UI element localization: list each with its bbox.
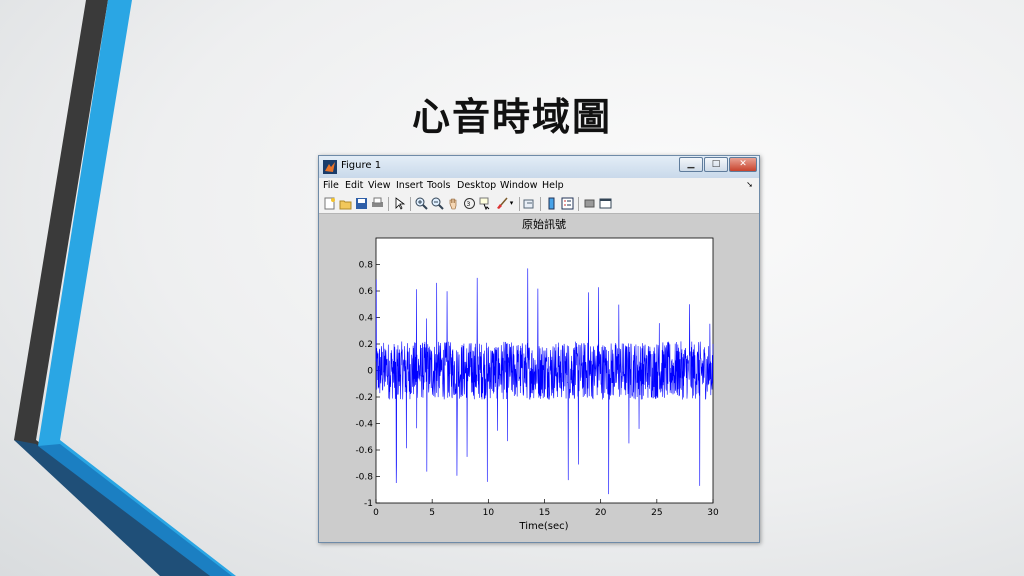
menu-window[interactable]: Window <box>500 180 537 191</box>
x-tick-label: 30 <box>707 508 719 518</box>
signal-chart: 原始訊號 0 5 10 15 20 25 30 -1 -0.8 -0.6 -0.4 -0.2 0 0.2 0… <box>355 217 719 532</box>
x-tick-label: 20 <box>595 508 607 518</box>
close-button[interactable]: ✕ <box>729 157 757 172</box>
print-icon[interactable] <box>371 197 384 210</box>
figure-window: Figure 1 ▁ □ ✕ File Edit View Insert Too… <box>318 155 760 543</box>
y-tick-label: 0.6 <box>359 287 374 297</box>
y-tick-label: 0 <box>367 367 373 377</box>
menu-desktop[interactable]: Desktop <box>457 180 496 191</box>
window-titlebar[interactable]: Figure 1 ▁ □ ✕ <box>319 156 759 178</box>
figure-toolbar: 3 ▾ <box>319 194 759 214</box>
x-tick-label: 5 <box>429 508 435 518</box>
menu-tools[interactable]: Tools <box>427 180 450 191</box>
zoom-out-icon[interactable] <box>431 197 444 210</box>
rotate-3d-icon[interactable]: 3 <box>463 197 476 210</box>
colorbar-icon[interactable] <box>545 197 558 210</box>
y-tick-label: 0.8 <box>359 261 374 271</box>
open-file-icon[interactable] <box>339 197 352 210</box>
svg-text:3: 3 <box>467 201 471 208</box>
toolbar-separator <box>519 197 520 211</box>
y-tick-label: -1 <box>364 499 373 509</box>
minimize-button[interactable]: ▁ <box>679 157 703 172</box>
x-tick-label: 10 <box>483 508 495 518</box>
menu-help[interactable]: Help <box>542 180 564 191</box>
brush-icon[interactable] <box>495 197 508 210</box>
data-cursor-icon[interactable] <box>479 197 492 210</box>
hide-plot-tools-icon[interactable] <box>583 197 596 210</box>
chart-title: 原始訊號 <box>522 217 566 231</box>
pan-icon[interactable] <box>447 197 460 210</box>
menu-view[interactable]: View <box>368 180 391 191</box>
y-tick-label: -0.2 <box>355 393 373 403</box>
x-tick-label: 25 <box>651 508 662 518</box>
menu-overflow-icon[interactable]: ➘ <box>746 180 753 189</box>
legend-icon[interactable] <box>561 197 574 210</box>
menu-bar: File Edit View Insert Tools Desktop Wind… <box>319 178 759 194</box>
link-plot-icon[interactable] <box>523 197 536 210</box>
brush-dropdown-icon[interactable]: ▾ <box>508 197 515 210</box>
toolbar-separator <box>388 197 389 211</box>
window-title: Figure 1 <box>341 160 382 171</box>
toolbar-separator <box>578 197 579 211</box>
menu-file[interactable]: File <box>323 180 339 191</box>
matlab-icon <box>323 160 337 174</box>
y-tick-label: -0.6 <box>355 446 373 456</box>
y-tick-label: -0.4 <box>355 420 373 430</box>
maximize-button[interactable]: □ <box>704 157 728 172</box>
toolbar-separator <box>410 197 411 211</box>
y-tick-label: -0.8 <box>355 473 373 483</box>
slide-title: 心音時域圖 <box>411 94 612 139</box>
menu-insert[interactable]: Insert <box>396 180 423 191</box>
show-plot-tools-icon[interactable] <box>599 197 612 210</box>
y-tick-label: 0.2 <box>359 340 373 350</box>
x-axis-label: Time(sec) <box>518 521 568 532</box>
pointer-icon[interactable] <box>393 197 406 210</box>
toolbar-separator <box>540 197 541 211</box>
x-tick-label: 0 <box>373 508 379 518</box>
zoom-in-icon[interactable] <box>415 197 428 210</box>
x-tick-label: 15 <box>539 508 550 518</box>
menu-edit[interactable]: Edit <box>345 180 363 191</box>
y-tick-label: 0.4 <box>359 314 374 324</box>
new-figure-icon[interactable] <box>323 197 336 210</box>
save-icon[interactable] <box>355 197 368 210</box>
